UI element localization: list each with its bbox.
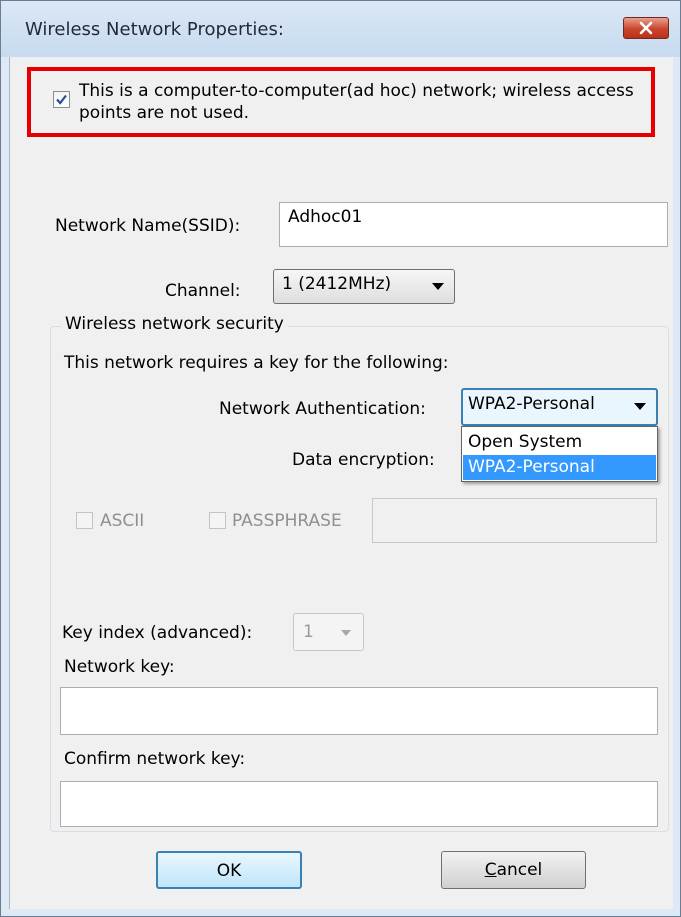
ascii-label: ASCII [100,511,145,531]
network-authentication-select[interactable]: WPA2-Personal [461,388,658,426]
dropdown-option-open-system[interactable]: Open System [463,430,656,455]
channel-value: 1 (2412MHz) [282,274,392,294]
chevron-down-icon [341,630,351,636]
security-requirement-text: This network requires a key for the foll… [64,353,449,373]
network-key-label: Network key: [64,657,175,677]
passphrase-input[interactable] [372,498,657,543]
key-index-value: 1 [303,622,314,642]
title-bar[interactable]: Wireless Network Properties: [1,1,680,57]
dialog-title: Wireless Network Properties: [25,19,284,40]
dropdown-option-wpa2-personal[interactable]: WPA2-Personal [463,455,656,480]
authentication-dropdown-list: Open System WPA2-Personal [461,426,658,482]
channel-label: Channel: [165,281,241,301]
network-authentication-value: WPA2-Personal [468,394,595,414]
key-index-label: Key index (advanced): [62,623,253,643]
security-group-title: Wireless network security [61,314,288,334]
channel-select[interactable]: 1 (2412MHz) [273,269,455,304]
close-button[interactable] [623,17,669,39]
network-authentication-label: Network Authentication: [219,399,426,419]
adhoc-checkbox[interactable] [53,91,70,108]
chevron-down-icon [432,283,444,290]
ok-button[interactable]: OK [156,851,302,889]
wireless-properties-dialog: Wireless Network Properties: This is a c… [0,0,681,917]
adhoc-checkbox-label: This is a computer-to-computer(ad hoc) n… [79,81,634,123]
passphrase-label: PASSPHRASE [232,511,342,531]
data-encryption-label: Data encryption: [292,450,435,470]
checkmark-icon [56,94,67,105]
confirm-network-key-input[interactable] [60,781,658,827]
network-key-input[interactable] [60,687,658,735]
cancel-button[interactable]: Cancel [441,851,586,889]
chevron-down-icon [634,403,646,410]
adhoc-highlight-box: This is a computer-to-computer(ad hoc) n… [27,67,655,137]
ascii-checkbox[interactable] [76,512,93,529]
confirm-network-key-label: Confirm network key: [64,749,246,769]
key-index-select[interactable]: 1 [293,613,364,651]
close-icon [639,21,653,35]
network-name-input[interactable]: Adhoc01 [279,202,668,247]
network-name-value: Adhoc01 [288,207,363,227]
passphrase-checkbox[interactable] [209,512,226,529]
network-name-label: Network Name(SSID): [55,216,241,236]
